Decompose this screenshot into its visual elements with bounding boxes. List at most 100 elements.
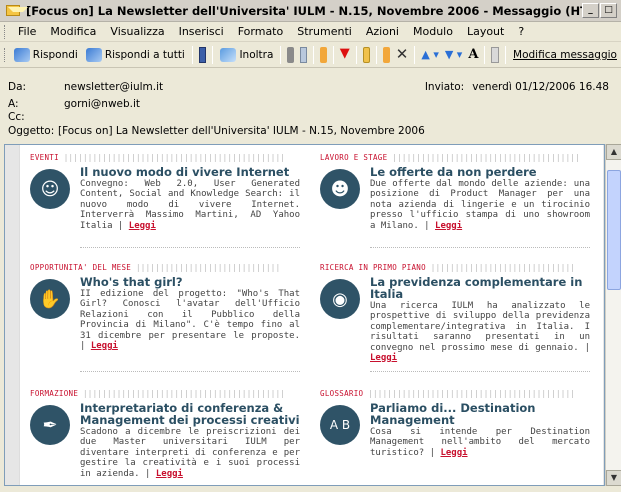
article-eventi: EVENTI |||||||||||||||||||||||||||||||||…	[30, 153, 300, 231]
delete-icon[interactable]: ✕	[396, 47, 409, 63]
reply-all-label: Rispondi a tutti	[104, 49, 185, 61]
minimize-button[interactable]: _	[582, 3, 599, 18]
to-label: A:	[8, 98, 19, 110]
forward-label: Inoltra	[239, 49, 274, 61]
reply-button[interactable]: Rispondi	[10, 44, 82, 66]
article-body: Scadono a dicembre le preiscrizioni dei …	[80, 427, 300, 479]
toolbar-separator	[332, 46, 334, 64]
subject-row: Oggetto: [Focus on] La Newsletter dell'U…	[8, 125, 425, 137]
scroll-thumb[interactable]	[607, 170, 621, 290]
reply-all-icon	[85, 48, 102, 62]
message-header: Da: newsletter@iulm.it Inviato: venerdì …	[0, 69, 621, 143]
article-title: Who's that girl?	[80, 275, 183, 289]
title-bar: [Focus on] La Newsletter dell'Universita…	[0, 0, 621, 22]
vertical-scrollbar[interactable]: ▲ ▼	[605, 144, 621, 486]
to-value[interactable]: gorni@nweb.it	[64, 98, 140, 110]
toolbar-separator	[280, 46, 282, 64]
envelope-icon	[6, 5, 28, 16]
font-size-icon[interactable]: A	[468, 47, 478, 63]
cc-row: Cc:	[8, 111, 48, 123]
read-more-link[interactable]: Leggi	[91, 341, 118, 351]
sent-value: venerdì 01/12/2006 16.48	[472, 81, 609, 93]
toolbar: Rispondi Rispondi a tutti Inoltra ▼ ✕ ▲ …	[0, 43, 621, 68]
reply-all-button[interactable]: Rispondi a tutti	[82, 44, 189, 66]
category-label: OPPORTUNITA' DEL MESE ||||||||||||||||||…	[30, 263, 281, 272]
handshake-icon: ✋	[30, 279, 70, 319]
menu-file[interactable]: File	[11, 25, 43, 38]
copy-icon[interactable]	[299, 47, 308, 63]
read-more-link[interactable]: Leggi	[370, 353, 397, 363]
category-label: FORMAZIONE |||||||||||||||||||||||||||||…	[30, 389, 286, 398]
address-book-icon[interactable]	[491, 47, 500, 63]
maximize-button[interactable]: □	[600, 3, 617, 18]
toolbar-separator	[313, 46, 315, 64]
article-title: Interpretariato di conferenza & Manageme…	[80, 401, 300, 427]
toolbar-separator	[212, 46, 214, 64]
save-icon[interactable]	[198, 47, 207, 63]
scroll-up-button[interactable]: ▲	[606, 144, 621, 160]
divider	[80, 371, 300, 372]
edit-message-label: Modifica messaggio	[513, 49, 617, 61]
move-icon[interactable]	[383, 47, 390, 63]
menu-azioni[interactable]: Azioni	[359, 25, 406, 38]
divider	[370, 371, 590, 372]
article-glossario: GLOSSARIO ||||||||||||||||||||||||||||||…	[320, 389, 590, 458]
menu-help[interactable]: ?	[511, 25, 531, 38]
previous-item-icon[interactable]: ▲ ▾	[421, 47, 438, 63]
article-body: Una ricerca IULM ha analizzato le prospe…	[370, 301, 590, 364]
read-more-link[interactable]: Leggi	[440, 448, 467, 458]
toolbar-grip[interactable]	[4, 48, 6, 62]
article-title: La previdenza complementare in Italia	[370, 275, 583, 301]
from-label: Da:	[8, 81, 27, 93]
toolbar-separator	[355, 46, 357, 64]
article-ricerca: RICERCA IN PRIMO PIANO |||||||||||||||||…	[320, 263, 590, 363]
window-controls: _ □	[582, 3, 617, 18]
flag-icon[interactable]: ▼	[340, 47, 350, 63]
scroll-down-button[interactable]: ▼	[606, 470, 621, 486]
category-label: LAVORO E STAGE |||||||||||||||||||||||||…	[320, 153, 581, 162]
forward-button[interactable]: Inoltra	[216, 44, 277, 66]
menu-strumenti[interactable]: Strumenti	[290, 25, 359, 38]
people-group-icon: ☻	[320, 169, 360, 209]
abc-letters-icon: A B	[320, 405, 360, 445]
cc-label: Cc:	[8, 111, 25, 123]
move-to-folder-icon[interactable]	[320, 47, 327, 63]
menu-inserisci[interactable]: Inserisci	[172, 25, 231, 38]
toolbar-separator	[191, 46, 193, 64]
forward-icon	[220, 48, 237, 62]
reply-icon	[13, 48, 30, 62]
message-body[interactable]: EVENTI |||||||||||||||||||||||||||||||||…	[4, 144, 605, 486]
divider	[370, 247, 590, 248]
divider	[80, 247, 300, 248]
folder-icon[interactable]	[362, 47, 371, 63]
toolbar-separator	[484, 46, 486, 64]
menu-modifica[interactable]: Modifica	[43, 25, 103, 38]
article-body: Cosa si intende per Destination Manageme…	[370, 427, 590, 458]
article-title: Parliamo di... Destination Management	[370, 401, 536, 427]
article-opportunita: OPPORTUNITA' DEL MESE ||||||||||||||||||…	[30, 263, 300, 351]
read-more-link[interactable]: Leggi	[129, 221, 156, 231]
menu-layout[interactable]: Layout	[460, 25, 511, 38]
category-label: EVENTI |||||||||||||||||||||||||||||||||…	[30, 153, 286, 162]
menu-modulo[interactable]: Modulo	[406, 25, 460, 38]
article-body: Convegno: Web 2.0, User Generated Conten…	[80, 179, 300, 231]
subject-label: Oggetto:	[8, 125, 55, 137]
edit-message-button[interactable]: Modifica messaggio	[509, 44, 621, 66]
category-label: GLOSSARIO ||||||||||||||||||||||||||||||…	[320, 389, 576, 398]
from-value[interactable]: newsletter@iulm.it	[64, 81, 163, 93]
toolbar-separator	[414, 46, 416, 64]
next-item-icon[interactable]: ▼ ▾	[445, 47, 462, 63]
menu-visualizza[interactable]: Visualizza	[103, 25, 171, 38]
menu-grip[interactable]	[4, 24, 7, 39]
toolbar-separator	[505, 46, 507, 64]
pen-nib-icon: ✒	[30, 405, 70, 445]
print-icon[interactable]	[287, 47, 294, 63]
read-more-link[interactable]: Leggi	[435, 221, 462, 231]
article-body: Due offerte dal mondo delle aziende: una…	[370, 179, 590, 231]
category-label: RICERCA IN PRIMO PIANO |||||||||||||||||…	[320, 263, 576, 272]
toolbar-separator	[376, 46, 378, 64]
read-more-link[interactable]: Leggi	[156, 469, 183, 479]
reply-label: Rispondi	[32, 49, 78, 61]
menu-formato[interactable]: Formato	[231, 25, 291, 38]
subject-value: [Focus on] La Newsletter dell'Universita…	[58, 125, 425, 137]
